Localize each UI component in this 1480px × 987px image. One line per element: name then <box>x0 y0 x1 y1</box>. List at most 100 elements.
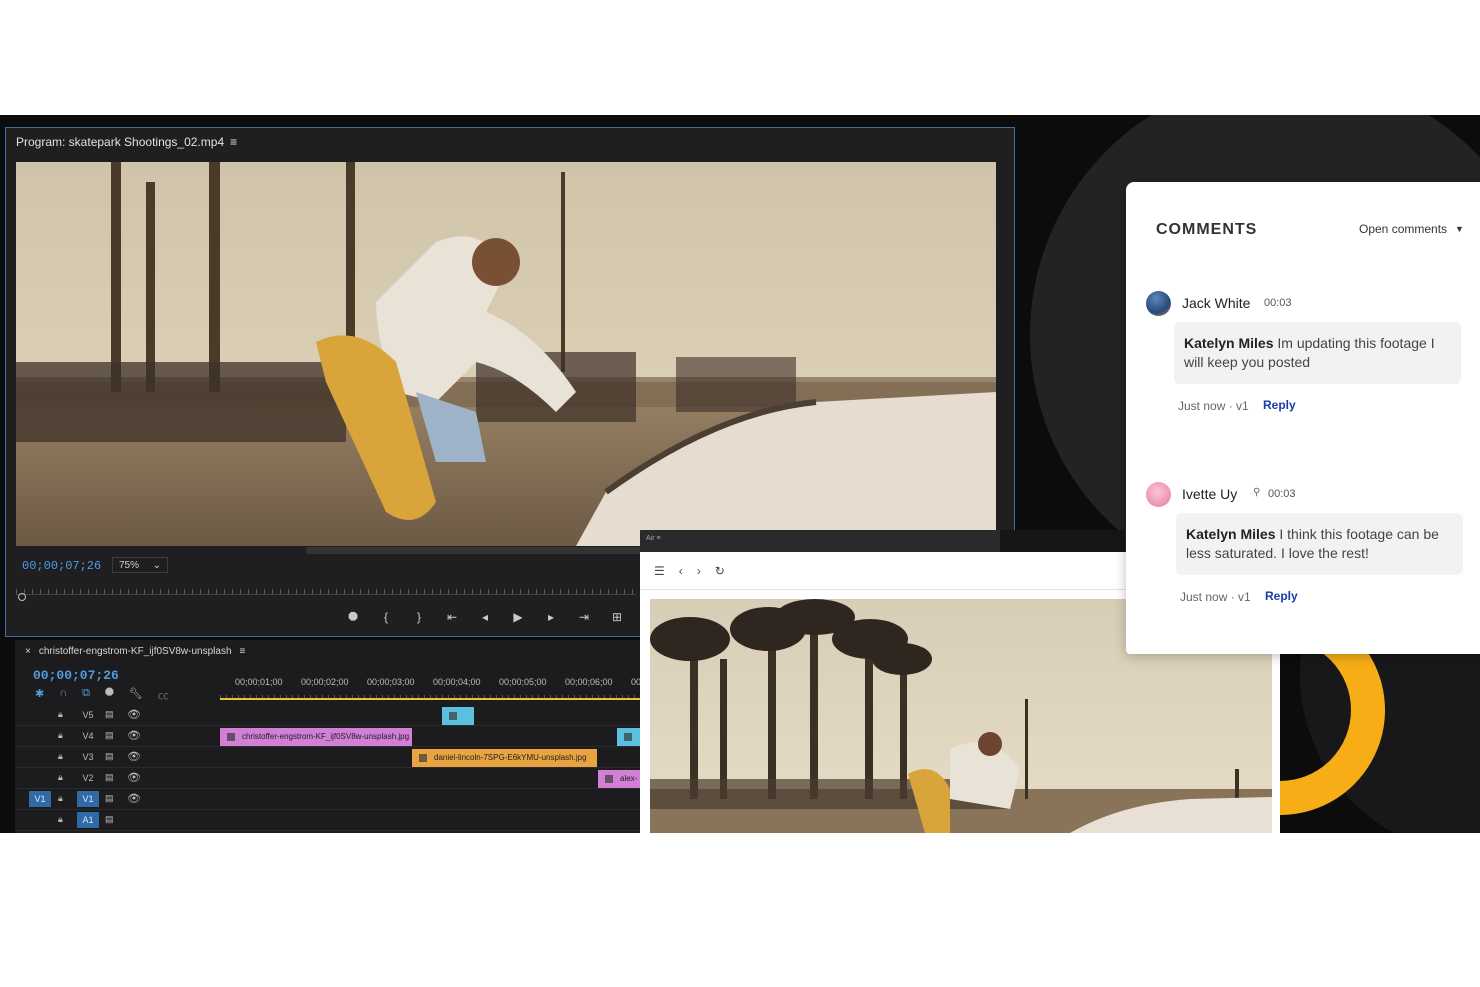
step-back-icon[interactable]: ◂ <box>478 610 492 625</box>
timeline-ruler[interactable] <box>220 690 640 700</box>
track-name[interactable]: A1 <box>77 812 99 828</box>
program-timecode[interactable]: 00;00;07;26 <box>22 559 101 573</box>
eye-icon[interactable]: 👁︎ <box>127 750 141 763</box>
forward-icon[interactable]: › <box>697 564 701 578</box>
reply-button[interactable]: Reply <box>1265 589 1298 603</box>
comment-mention[interactable]: Katelyn Miles <box>1186 526 1275 542</box>
film-icon[interactable]: ▤ <box>105 814 114 825</box>
timeline-clip[interactable] <box>442 707 474 725</box>
tick-label: 00;00;02;00 <box>301 677 349 687</box>
transport-controls: ⯃ { } ⇤ ◂ ▶ ▸ ⇥ ⊞ ⊟ <box>346 610 657 625</box>
avatar <box>1146 291 1171 316</box>
zoom-value: 75% <box>119 559 140 571</box>
linked-selection-icon[interactable]: ⧉ <box>82 687 90 703</box>
timeline-panel: × christoffer-engstrom-KF_ijf0SV8w-unspl… <box>15 640 645 833</box>
timeline-tab[interactable]: × christoffer-engstrom-KF_ijf0SV8w-unspl… <box>25 646 245 657</box>
play-icon[interactable]: ▶ <box>511 610 525 625</box>
panel-menu-icon[interactable]: ≡ <box>230 135 237 149</box>
film-icon[interactable]: ▤ <box>105 793 114 804</box>
tick-label: 00;00;01;00 <box>235 677 283 687</box>
comment-timestamp[interactable]: 00:03 <box>1268 488 1296 500</box>
timeline-clip[interactable]: daniel-lincoln-7SPG-E6kYMU-unsplash.jpg <box>412 749 597 767</box>
track-name: V4 <box>82 731 94 741</box>
app-label: Air <box>646 535 655 542</box>
program-ruler[interactable] <box>16 583 636 595</box>
timeline-clip[interactable]: alex- <box>598 770 640 788</box>
program-scrollbar[interactable] <box>306 547 646 554</box>
insert-icon[interactable]: ✱ <box>35 687 44 703</box>
go-to-in-icon[interactable]: ⇤ <box>445 610 459 625</box>
timeline-clip[interactable]: christoffer-engstrom-KF_ijf0SV8w-unsplas… <box>220 728 412 746</box>
snap-magnet-icon[interactable]: ∩ <box>59 687 67 703</box>
panel-menu-icon[interactable]: ≡ <box>240 646 246 657</box>
comment-item: Ivette Uy ⚲ 00:03 Katelyn Miles I think … <box>1146 482 1466 612</box>
reply-button[interactable]: Reply <box>1263 398 1296 412</box>
lift-icon[interactable]: ⊞ <box>610 610 624 625</box>
track-a1[interactable]: 🔒︎ A1 ▤ <box>15 810 640 831</box>
track-name: V3 <box>82 752 94 762</box>
step-forward-icon[interactable]: ▸ <box>544 610 558 625</box>
track-v2[interactable]: 🔒︎ V2 ▤ 👁︎ <box>15 768 640 789</box>
mark-out-icon[interactable]: } <box>412 610 426 625</box>
mark-in-icon[interactable]: { <box>379 610 393 625</box>
program-title: Program: skatepark Shootings_02.mp4 <box>16 135 225 149</box>
lock-icon[interactable]: 🔒︎ <box>58 814 63 825</box>
program-monitor-header: Program: skatepark Shootings_02.mp4 ≡ <box>16 134 237 150</box>
browser-nav: ☰ ‹ › ↻ <box>654 564 725 578</box>
captions-icon[interactable]: ㏄ <box>158 687 169 703</box>
comment-item: Jack White 00:03 Katelyn Miles Im updati… <box>1146 291 1466 421</box>
film-icon[interactable]: ▤ <box>105 751 114 762</box>
eye-icon[interactable]: 👁︎ <box>127 771 141 784</box>
track-v1[interactable]: V1 🔒︎ V1 ▤ 👁︎ <box>15 789 640 810</box>
playhead-handle[interactable] <box>18 593 26 601</box>
film-icon[interactable]: ▤ <box>105 709 114 720</box>
tick-label: 00;00;05;00 <box>499 677 547 687</box>
track-header: 🔒︎ V3 ▤ 👁︎ <box>15 747 218 768</box>
comment-mention[interactable]: Katelyn Miles <box>1184 335 1273 351</box>
film-icon[interactable]: ▤ <box>105 772 114 783</box>
zoom-select[interactable]: 75% ⌄ <box>112 557 168 573</box>
track-v5[interactable]: 🔒︎ V5 ▤ 👁︎ <box>15 705 640 726</box>
go-to-out-icon[interactable]: ⇥ <box>577 610 591 625</box>
eye-icon[interactable]: 👁︎ <box>127 729 141 742</box>
close-icon[interactable]: × <box>25 646 31 657</box>
comment-body: Katelyn Miles I think this footage can b… <box>1176 513 1463 575</box>
filter-label: Open comments <box>1359 222 1448 236</box>
lock-icon[interactable]: 🔒︎ <box>58 793 63 804</box>
comments-panel: COMMENTS Open comments ▼ Jack White 00:0… <box>1126 182 1480 654</box>
film-icon[interactable]: ▤ <box>105 730 114 741</box>
sequence-name: christoffer-engstrom-KF_ijf0SV8w-unsplas… <box>38 646 232 657</box>
comments-filter-dropdown[interactable]: Open comments ▼ <box>1359 222 1464 236</box>
eye-icon[interactable]: 👁︎ <box>127 708 141 721</box>
timeline-tools: ✱ ∩ ⧉ ⯃ 🔧︎ ㏄ <box>35 687 169 703</box>
clip-label: daniel-lincoln-7SPG-E6kYMU-unsplash.jpg <box>434 753 587 762</box>
track-header: 🔒︎ V2 ▤ 👁︎ <box>15 768 218 789</box>
wrench-icon[interactable]: 🔧︎ <box>129 687 143 703</box>
back-icon[interactable]: ‹ <box>679 564 683 578</box>
comment-timestamp[interactable]: 00:03 <box>1264 297 1292 309</box>
lock-icon[interactable]: 🔒︎ <box>58 772 63 783</box>
clip-label: alex- <box>620 774 638 783</box>
source-patch[interactable]: V1 <box>29 791 51 807</box>
program-video-frame[interactable] <box>16 162 996 546</box>
comment-body: Katelyn Miles Im updating this footage I… <box>1174 322 1461 384</box>
track-header: 🔒︎ V5 ▤ 👁︎ <box>15 705 218 726</box>
timeline-timecode[interactable]: 00;00;07;26 <box>33 668 119 683</box>
comments-title: COMMENTS <box>1156 221 1258 238</box>
lock-icon[interactable]: 🔒︎ <box>58 730 63 741</box>
lock-icon[interactable]: 🔒︎ <box>58 709 63 720</box>
comment-author: Jack White <box>1182 295 1251 311</box>
lock-icon[interactable]: 🔒︎ <box>58 751 63 762</box>
refresh-icon[interactable]: ↻ <box>715 564 725 578</box>
comment-author: Ivette Uy <box>1182 486 1238 502</box>
panel-menu-icon[interactable]: ≡ <box>657 535 661 542</box>
add-marker-icon[interactable]: ⯃ <box>346 610 360 625</box>
eye-icon[interactable]: 👁︎ <box>127 792 141 805</box>
add-marker-icon[interactable]: ⯃ <box>105 687 114 703</box>
hamburger-menu-icon[interactable]: ☰ <box>654 564 665 578</box>
tick-label: 00;00;03;00 <box>367 677 415 687</box>
track-name[interactable]: V1 <box>77 791 99 807</box>
track-name: V5 <box>82 710 94 720</box>
avatar <box>1146 482 1171 507</box>
clip-label: christoffer-engstrom-KF_ijf0SV8w-unsplas… <box>242 732 410 741</box>
